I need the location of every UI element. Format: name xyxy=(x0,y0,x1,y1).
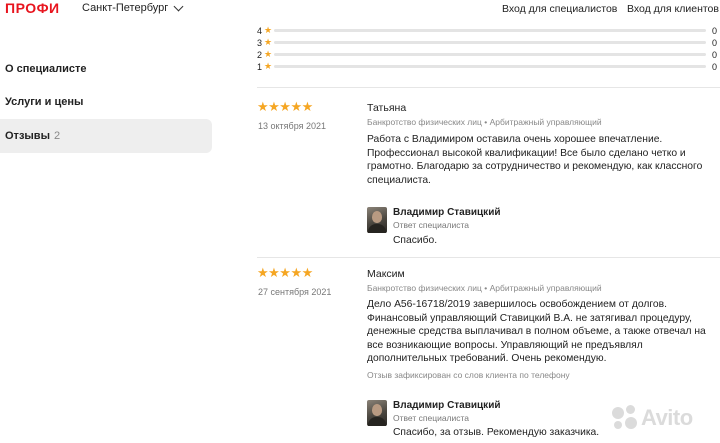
profi-logo[interactable]: ПРОФИ xyxy=(5,0,60,16)
review-author: Максим xyxy=(367,268,405,280)
rating-row: 1 ★ 0 xyxy=(257,61,720,72)
sidebar-item-reviews[interactable]: Отзывы 2 xyxy=(0,119,212,153)
top-header: ПРОФИ Санкт-Петербург Вход для специалис… xyxy=(0,0,720,18)
rating-count: 0 xyxy=(712,49,718,60)
city-label: Санкт-Петербург xyxy=(82,2,169,14)
reply-text: Спасибо, за отзыв. Рекомендую заказчика. xyxy=(393,427,600,438)
divider xyxy=(257,257,720,258)
specialist-reply: Владимир Ставицкий Ответ специалиста Спа… xyxy=(367,207,717,247)
review-author: Татьяна xyxy=(367,102,407,114)
avito-dots-icon xyxy=(612,405,638,431)
login-clients-link[interactable]: Вход для клиентов xyxy=(627,3,719,15)
review-text: Работа с Владимиром оставила очень хорош… xyxy=(367,134,703,186)
review-category: Банкротство физических лиц • Арбитражный… xyxy=(367,117,602,127)
reply-role: Ответ специалиста xyxy=(393,220,470,230)
sidebar-item-label: Услуги и цены xyxy=(5,96,84,108)
sidebar-item-label: О специалисте xyxy=(5,63,87,75)
reviews-count-badge: 2 xyxy=(53,130,61,142)
rating-stars-number: 3 xyxy=(257,37,263,48)
rating-count: 0 xyxy=(712,61,718,72)
avatar-face xyxy=(372,404,382,416)
star-icon: ★ xyxy=(264,37,273,47)
avatar xyxy=(367,400,387,426)
sidebar-item-about[interactable]: О специалисте xyxy=(0,52,212,86)
rating-row: 2 ★ 0 xyxy=(257,49,720,60)
watermark-text: Avito xyxy=(641,405,693,430)
city-selector[interactable]: Санкт-Петербург xyxy=(82,1,184,14)
chevron-down-icon xyxy=(173,1,184,11)
review-date: 27 сентября 2021 xyxy=(258,287,332,297)
review-stars: ★★★★★ xyxy=(257,265,313,280)
star-icon: ★ xyxy=(264,49,273,59)
sidebar-item-label: Отзывы xyxy=(5,130,50,142)
reply-author: Владимир Ставицкий xyxy=(393,400,501,411)
rating-stars-number: 4 xyxy=(257,25,263,36)
reply-role: Ответ специалиста xyxy=(393,413,470,423)
rating-row: 4 ★ 0 xyxy=(257,25,720,36)
avatar-face xyxy=(372,211,382,223)
review-stars: ★★★★★ xyxy=(257,99,313,114)
review-date: 13 октября 2021 xyxy=(258,121,327,131)
login-specialists-link[interactable]: Вход для специалистов xyxy=(502,3,617,15)
rating-stars-number: 1 xyxy=(257,61,263,72)
rating-stars-number: 2 xyxy=(257,49,263,60)
avatar xyxy=(367,207,387,233)
rating-count: 0 xyxy=(712,37,718,48)
rating-bar xyxy=(274,65,706,68)
avatar-shoulders xyxy=(368,417,386,426)
rating-bar xyxy=(274,53,706,56)
rating-row: 3 ★ 0 xyxy=(257,37,720,48)
rating-count: 0 xyxy=(712,25,718,36)
avito-watermark: Avito xyxy=(612,400,712,436)
reply-text: Спасибо. xyxy=(393,235,438,246)
review-category: Банкротство физических лиц • Арбитражный… xyxy=(367,283,602,293)
star-icon: ★ xyxy=(264,25,273,35)
avatar-shoulders xyxy=(368,224,386,233)
star-icon: ★ xyxy=(264,61,273,71)
divider xyxy=(257,87,720,88)
review-card: ★★★★★ 13 октября 2021 Татьяна Банкротств… xyxy=(257,99,720,249)
rating-bar xyxy=(274,41,706,44)
rating-bar xyxy=(274,29,706,32)
reply-author: Владимир Ставицкий xyxy=(393,207,501,218)
review-text: Дело А56-16718/2019 завершилось освобожд… xyxy=(367,299,706,364)
sidebar-item-services[interactable]: Услуги и цены xyxy=(0,85,212,119)
review-note: Отзыв зафиксирован со слов клиента по те… xyxy=(367,370,570,380)
